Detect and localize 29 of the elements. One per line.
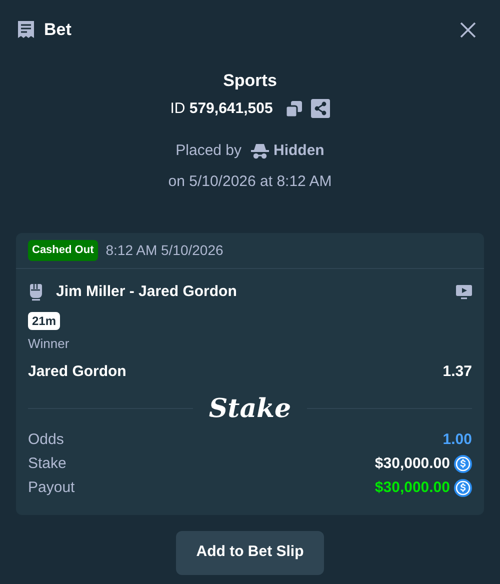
incognito-icon (250, 143, 270, 160)
market-name: Winner (28, 334, 70, 352)
status-badge: Cashed Out (28, 240, 98, 261)
summary-label: Odds (28, 430, 64, 450)
brand-logo: Stake (208, 396, 292, 422)
copy-button[interactable] (284, 100, 303, 118)
bet-id: ID 579,641,505 (170, 98, 273, 118)
bet-time: 8:12 AM 5/10/2026 (106, 241, 224, 260)
selection-name: Jared Gordon (28, 362, 126, 382)
category-title: Sports (223, 70, 277, 92)
fist-icon (28, 283, 44, 302)
video-icon (456, 284, 472, 300)
user-name: Hidden (274, 141, 324, 161)
coin-icon (454, 455, 472, 473)
selection-odds: 1.37 (442, 362, 472, 382)
live-time-badge: 21m (28, 312, 60, 330)
placed-date: on 5/10/2026 at 8:12 AM (168, 172, 332, 192)
summary-value: 1.00 (442, 430, 472, 450)
share-button[interactable] (310, 99, 330, 118)
dialog-title: Bet (44, 19, 72, 42)
coin-icon (454, 479, 472, 497)
summary-value: $30,000.00 (374, 454, 450, 474)
event-name: Jim Miller - Jared Gordon (56, 282, 237, 302)
add-to-bet-slip-button[interactable]: Add to Bet Slip (176, 530, 324, 574)
summary-value: $30,000.00 (374, 478, 450, 498)
summary-label: Stake (28, 454, 66, 474)
receipt-icon (16, 20, 36, 40)
placed-by-label: Placed by (176, 141, 242, 161)
summary-label: Payout (28, 478, 75, 498)
